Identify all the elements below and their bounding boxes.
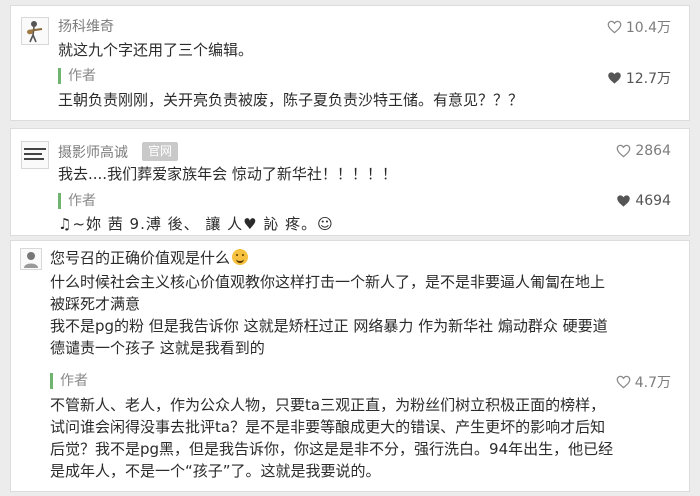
comment-text-line: 被踩死才满意 [50, 295, 141, 313]
like-button[interactable]: 10.4万 [607, 17, 671, 37]
heart-outline-icon [616, 144, 631, 158]
comment-text: 我去....我们葬爱家族年会 惊动了新华社！！！！！ [58, 165, 397, 183]
heart-filled-icon [608, 72, 621, 84]
smile-emoji-icon [232, 249, 249, 265]
avatar[interactable] [20, 248, 42, 270]
like-count: 10.4万 [625, 20, 671, 36]
reply-text: ♫~妳 茜 9.溥 後、 讓 人♥ 訫 疼。☺ [58, 215, 334, 233]
avatar[interactable] [21, 17, 49, 45]
heart-outline-icon [607, 20, 622, 34]
reply-like-count: 4.7万 [634, 375, 671, 391]
reply-text: 王朝负责刚刚，关开亮负责被废，陈子夏负责沙特王储。有意见？？？ [58, 91, 524, 109]
official-badge: 官网 [142, 142, 179, 161]
reply-like-count: 12.7万 [625, 71, 671, 87]
reply-text-line: 是成年人，不是一个“孩子”了。这就是我要说的。 [50, 462, 381, 480]
comment-text-line: 德谴责一个孩子 这就是我看到的 [50, 339, 265, 357]
reply-text-line: 试问谁会闲得没事去批评ta？是不是非要等酿成更大的错误、产生更坏的影响才后知 [50, 418, 606, 436]
reply-text-line: 后觉？我不是pg黑，但是我告诉你，你这是是非不分，强行洗白。94年出生，他已经 [50, 440, 614, 458]
heart-outline-icon [616, 375, 631, 389]
avatar[interactable] [21, 141, 49, 169]
author-name[interactable]: 扬科维奇 [58, 16, 114, 36]
author-reply-label: 作者 [58, 68, 96, 84]
comment-text-line: 什么时候社会主义核心价值观教你这样打击一个新人了，是不是非要逼人匍匐在地上 [50, 273, 606, 291]
reply-like-button[interactable]: 4.7万 [616, 372, 671, 392]
author-name[interactable]: 摄影师高诚 [58, 142, 128, 162]
comment-card: 您号召的正确价值观是什么 什么时候社会主义核心价值观教你这样打击一个新人了，是不… [11, 241, 689, 491]
heart-filled-icon [617, 195, 631, 207]
reply-like-count: 4694 [635, 193, 671, 209]
author-reply-label: 作者 [50, 373, 88, 389]
reply-like-button[interactable]: 12.7万 [607, 68, 671, 88]
avatar-text-logo-icon [24, 148, 46, 160]
avatar-guitarist-icon [27, 21, 43, 43]
avatar-portrait-icon [24, 252, 38, 268]
like-button[interactable]: 2864 [616, 143, 671, 159]
like-count: 2864 [635, 143, 671, 159]
comment-text-line: 我不是pg的粉 但是我告诉你 这就是矫枉过正 网络暴力 作为新华社 煽动群众 硬… [50, 317, 608, 335]
comment-text-line: 您号召的正确价值观是什么 [50, 247, 249, 269]
reply-like-button[interactable]: 4694 [616, 193, 671, 209]
reply-text-line: 不管新人、老人，作为公众人物，只要ta三观正直，为粉丝们树立积极正面的榜样， [50, 396, 606, 414]
comment-card: 摄影师高诚 官网 2864 我去....我们葬爱家族年会 惊动了新华社！！！！！… [11, 129, 689, 235]
comment-text: 就这九个字还用了三个编辑。 [58, 41, 254, 59]
author-reply-label: 作者 [58, 193, 96, 209]
comment-card: 扬科维奇 10.4万 就这九个字还用了三个编辑。 作者 12.7万 王朝负责刚刚… [11, 6, 689, 120]
